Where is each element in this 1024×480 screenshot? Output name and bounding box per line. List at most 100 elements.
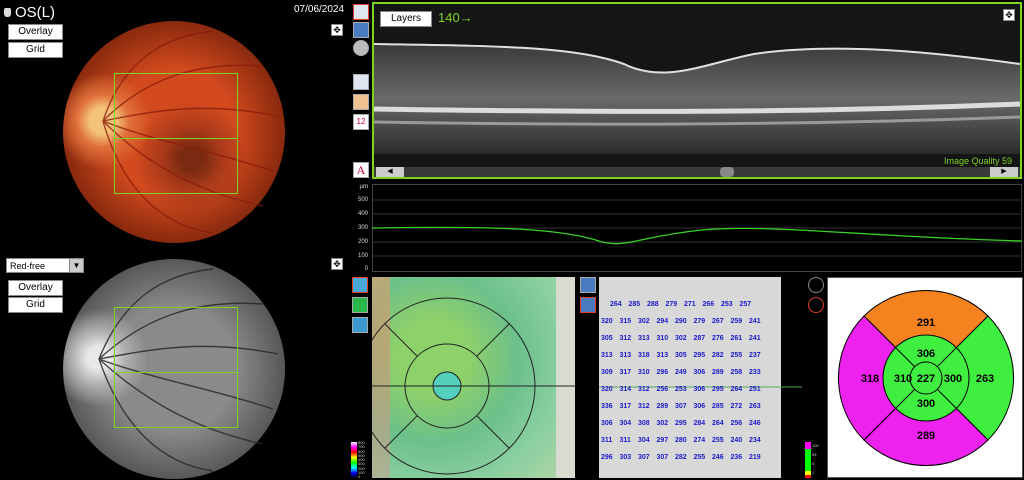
thickness-map[interactable] <box>372 277 575 478</box>
etdrs-inner-nasal-value: 300 <box>943 373 963 385</box>
grid-cell: 255 <box>730 352 743 359</box>
etdrs-inner-inferior-value: 300 <box>916 398 936 410</box>
eye-label: OS(L) <box>15 3 56 21</box>
grid-cell: 320 <box>601 386 613 393</box>
grid-cell: 308 <box>638 420 650 427</box>
thickness-number-grid[interactable]: 264 285 288 279 271 266 253 257 320 315 302 294 290 2… <box>599 277 802 478</box>
map-tool-green-icon[interactable] <box>352 297 368 313</box>
grid-tool-a-icon[interactable] <box>580 277 596 293</box>
tool-3d-icon[interactable] <box>353 22 369 38</box>
grid-cell: 295 <box>675 420 687 427</box>
tool-layers-icon[interactable] <box>353 4 369 20</box>
etdrs-panel[interactable]: 291 318 263 289 306 310 300 300 227 <box>827 277 1023 478</box>
image-quality: Image Quality 59 <box>944 156 1013 166</box>
bscan-image <box>374 4 1020 177</box>
grid-cell: 313 <box>601 352 613 359</box>
grid-cell: 264 <box>712 420 724 427</box>
top-scan-area-lower <box>114 138 238 194</box>
bscan-panel[interactable]: Layers 140→ ✥ Image Quality 59 ◀ ▶ <box>372 2 1022 179</box>
scroll-thumb[interactable] <box>720 167 734 177</box>
scale-tick: 0 <box>358 474 361 480</box>
bottom-overlay-button[interactable]: Overlay <box>8 280 63 296</box>
grid-cell: 313 <box>656 352 669 359</box>
profile-tick: 200 <box>357 239 368 245</box>
bscan-expand-icon[interactable]: ✥ <box>1003 9 1015 21</box>
grid-cell: 285 <box>712 403 724 410</box>
grid-cell: 237 <box>749 352 761 359</box>
grid-cell: 312 <box>638 386 650 393</box>
grid-cell: 306 <box>693 369 706 376</box>
profile-tick: 300 <box>357 225 368 231</box>
grid-cell: 241 <box>749 335 761 342</box>
grid-cell: 255 <box>712 437 724 444</box>
map-tool-3d-icon[interactable] <box>352 317 368 333</box>
top-expand-icon[interactable]: ✥ <box>331 24 343 36</box>
grid-cell: 264 <box>730 386 743 393</box>
grid-cell: 263 <box>749 403 761 410</box>
grid-cell: 313 <box>638 335 650 342</box>
bottom-expand-icon[interactable]: ✥ <box>331 258 343 270</box>
grid-cell: 310 <box>638 369 650 376</box>
thickness-profile-curve <box>372 199 1022 257</box>
grid-cell: 336 <box>601 403 613 410</box>
color-scale-right <box>805 442 811 478</box>
grid-cell: 256 <box>656 386 669 393</box>
grid-cell: 274 <box>693 437 706 444</box>
grid-cell: 255 <box>693 454 706 461</box>
profile-tick: 100 <box>357 253 368 259</box>
profile-tick: 400 <box>357 211 368 217</box>
grid-cell: 302 <box>675 335 687 342</box>
grid-cell: 303 <box>619 454 632 461</box>
bottom-scan-area-lower <box>114 372 238 428</box>
grid-cell: 305 <box>675 352 687 359</box>
scroll-right-icon[interactable]: ▶ <box>990 167 1018 177</box>
grid-cell: 272 <box>730 403 743 410</box>
scroll-left-icon[interactable]: ◀ <box>376 167 404 177</box>
scale-tick: 5 <box>812 461 815 466</box>
etdrs-outer-nasal-value: 263 <box>975 373 995 385</box>
grid-cell: 304 <box>619 420 632 427</box>
grid-cell: 307 <box>656 454 669 461</box>
grid-cell: 251 <box>749 386 761 393</box>
grid-cell: 234 <box>749 437 761 444</box>
mode-select-value: Red-free <box>10 260 46 271</box>
scale-tick: 100 <box>812 443 819 448</box>
grid-cell: 288 <box>647 301 659 308</box>
grid-cell: 267 <box>712 318 724 325</box>
top-grid-button[interactable]: Grid <box>8 42 63 58</box>
grid-cell: 294 <box>656 318 669 325</box>
tool-thickness-icon[interactable] <box>353 94 369 110</box>
etdrs-tool-b-icon[interactable] <box>808 297 824 313</box>
etdrs-center-value: 227 <box>916 373 936 385</box>
profile-tick: 500 <box>357 197 368 203</box>
bscan-scrollbar[interactable]: ◀ ▶ <box>374 167 1020 177</box>
grid-cell: 246 <box>749 420 761 427</box>
map-tool-thickness-icon[interactable] <box>352 277 368 293</box>
tool-segment-icon[interactable] <box>353 74 369 90</box>
bottom-grid-button[interactable]: Grid <box>8 297 63 313</box>
grid-cell: 302 <box>638 318 650 325</box>
grid-cell: 314 <box>619 386 632 393</box>
tool-annotate-icon[interactable]: A <box>353 162 369 178</box>
top-overlay-button[interactable]: Overlay <box>8 24 63 40</box>
tool-grid-icon[interactable]: 12 <box>353 114 369 130</box>
etdrs-tool-a-icon[interactable] <box>808 277 824 293</box>
exam-date: 07/06/2024 <box>294 4 345 15</box>
grid-tool-b-icon[interactable] <box>580 297 596 313</box>
grid-cell: 309 <box>601 369 613 376</box>
color-scale-right-ticks: 100 95 5 1 <box>812 441 819 477</box>
grid-cell: 287 <box>693 335 706 342</box>
layers-button[interactable]: Layers <box>380 11 432 27</box>
grid-cell: 305 <box>601 335 613 342</box>
grid-cell: 318 <box>638 352 650 359</box>
grid-cell: 310 <box>656 335 669 342</box>
grid-cell: 296 <box>601 454 613 461</box>
eye-icon <box>4 7 11 17</box>
color-scale-left <box>351 442 357 478</box>
grid-cell: 253 <box>675 386 687 393</box>
etdrs-outer-temporal-value: 318 <box>860 373 880 385</box>
tool-circle-icon[interactable] <box>353 40 369 56</box>
etdrs-inner-temporal-value: 310 <box>893 373 913 385</box>
grid-cell: 289 <box>656 403 669 410</box>
grid-cell: 279 <box>665 301 678 308</box>
